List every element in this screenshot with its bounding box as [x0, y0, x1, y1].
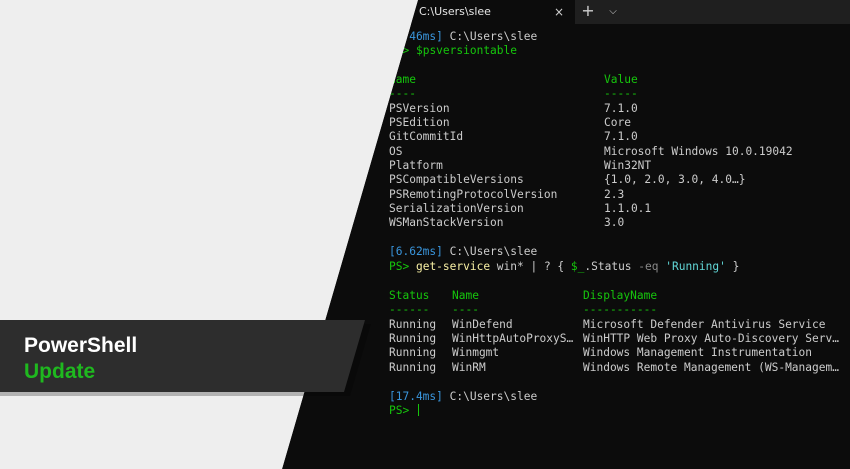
row-name: PSCompatibleVersions — [389, 173, 524, 186]
command-operator: -eq — [638, 260, 659, 273]
table-row: WSManStackVersion 3.0 — [389, 216, 624, 230]
row-value: 7.1.0 — [604, 102, 638, 115]
row-value: 1.1.0.1 — [604, 202, 652, 215]
row-name: PSVersion — [389, 102, 450, 115]
service-status: Running — [389, 361, 437, 374]
row-name: SerializationVersion — [389, 202, 524, 215]
service-status: Running — [389, 332, 437, 345]
column-underline: ------ — [389, 303, 430, 316]
banner-title: PowerShell — [24, 334, 138, 357]
service-status: Running — [389, 318, 437, 331]
tab-active[interactable]: C:\Users\slee × — [395, 0, 575, 24]
table-row: Running Winmgmt Windows Management Instrum… — [389, 346, 812, 360]
service-display: WinHTTP Web Proxy Auto-Discovery Serv… — [583, 332, 839, 345]
table-row: Running WinRM Windows Remote Management (W… — [389, 361, 839, 375]
command-cmdlet: get-service — [415, 260, 491, 273]
row-value: 3.0 — [604, 216, 625, 229]
table-row: OS Microsoft Windows 10.0.19042 — [389, 145, 793, 159]
row-name: OS — [389, 145, 403, 158]
chevron-down-icon[interactable]: ⌵ — [603, 0, 623, 24]
column-header: Status — [389, 289, 430, 302]
row-name: WSManStackVersion — [389, 216, 504, 229]
prompt-path: C:\Users\slee — [442, 390, 538, 403]
prompt-line: [4.46ms] C:\Users\slee — [389, 30, 537, 44]
command-string: 'Running' — [658, 260, 726, 273]
row-value: Win32NT — [604, 159, 652, 172]
ps-prompt: PS> — [389, 260, 410, 273]
service-name: WinHttpAutoProxyS… — [452, 332, 574, 345]
row-name: PSRemotingProtocolVersion — [389, 188, 558, 201]
command-line[interactable]: PS> — [389, 404, 419, 418]
table-row: PSEdition Core — [389, 116, 631, 130]
row-name: Platform — [389, 159, 443, 172]
table-underline: ---- ----- — [389, 87, 638, 101]
command-line: PS> get-service win* | ? { $_.Status -eq… — [389, 260, 739, 274]
table-row: Platform Win32NT — [389, 159, 651, 173]
column-underline: ----- — [604, 87, 638, 100]
prompt-time: [17.4ms] — [389, 390, 443, 403]
tab-title: C:\Users\slee — [419, 5, 491, 18]
service-display: Microsoft Defender Antivirus Service — [583, 318, 826, 331]
table-header: Status Name DisplayName — [389, 289, 657, 303]
column-underline: ---- — [389, 87, 416, 100]
prompt-line: [17.4ms] C:\Users\slee — [389, 390, 537, 404]
service-status: Running — [389, 346, 437, 359]
prompt-time: [6.62ms] — [389, 245, 443, 258]
command-end: } — [725, 260, 740, 273]
prompt-line: [6.62ms] C:\Users\slee — [389, 245, 537, 259]
ps-prompt: PS> — [389, 404, 410, 417]
command-prop: .Status — [584, 260, 639, 273]
close-icon[interactable]: × — [550, 0, 568, 24]
new-tab-button[interactable]: + — [578, 0, 598, 24]
column-header: Name — [452, 289, 479, 302]
table-row: GitCommitId 7.1.0 — [389, 130, 638, 144]
service-display: Windows Remote Management (WS-Managem… — [583, 361, 839, 374]
text-cursor — [417, 404, 419, 416]
prompt-path: C:\Users\slee — [442, 30, 538, 43]
column-underline: ---- — [452, 303, 479, 316]
row-name: GitCommitId — [389, 130, 464, 143]
service-name: WinRM — [452, 361, 486, 374]
column-header: DisplayName — [583, 289, 658, 302]
banner-subtitle: Update — [24, 360, 96, 383]
table-row: PSVersion 7.1.0 — [389, 102, 638, 116]
prompt-path: C:\Users\slee — [442, 245, 538, 258]
command-pipe: | ? { — [523, 260, 571, 273]
table-row: SerializationVersion 1.1.0.1 — [389, 202, 651, 216]
row-value: 2.3 — [604, 188, 625, 201]
column-header: Value — [604, 73, 638, 86]
table-underline: ------ ---- ----------- — [389, 303, 657, 317]
table-row: Running WinHttpAutoProxyS… WinHTTP Web Pro… — [389, 332, 839, 346]
command-line: PS> $psversiontable — [389, 44, 517, 58]
service-display: Windows Management Instrumentation — [583, 346, 813, 359]
table-row: Running WinDefend Microsoft Defender Antiv… — [389, 318, 825, 332]
service-name: Winmgmt — [452, 346, 500, 359]
column-underline: ----------- — [583, 303, 658, 316]
row-value: 7.1.0 — [604, 130, 638, 143]
service-name: WinDefend — [452, 318, 513, 331]
row-value: Core — [604, 116, 631, 129]
command-arg: win* — [490, 260, 524, 273]
row-value: Microsoft Windows 10.0.19042 — [604, 145, 793, 158]
table-row: PSCompatibleVersions {1.0, 2.0, 3.0, 4.0…… — [389, 173, 745, 187]
row-name: PSEdition — [389, 116, 450, 129]
command-text: $psversiontable — [415, 44, 518, 57]
table-row: PSRemotingProtocolVersion 2.3 — [389, 188, 624, 202]
row-value: {1.0, 2.0, 3.0, 4.0…} — [604, 173, 746, 186]
command-var: $_ — [570, 260, 585, 273]
